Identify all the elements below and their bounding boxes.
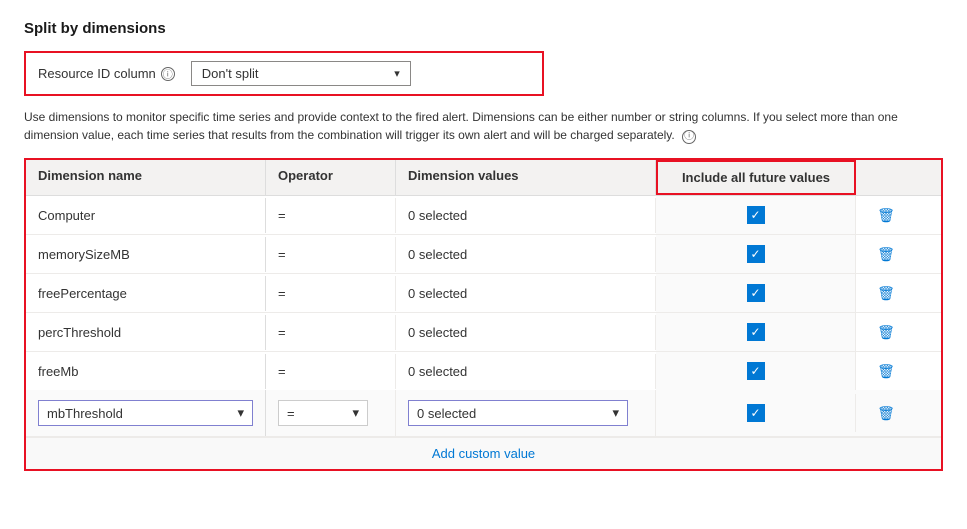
last-row-operator-arrow: ▾ — [352, 405, 359, 421]
last-row-name-dropdown[interactable]: mbThreshold ▾ — [38, 400, 253, 426]
resource-id-dropdown-arrow: ▾ — [394, 67, 400, 80]
table-row: freeMb = 0 selected 🗑 — [26, 352, 941, 390]
row-3-checkbox[interactable] — [747, 323, 765, 341]
row-4-include — [656, 352, 856, 390]
description-info-icon[interactable]: ⓘ — [682, 130, 696, 144]
header-operator: Operator — [266, 160, 396, 195]
row-2-delete-icon[interactable]: 🗑 — [877, 285, 895, 302]
row-1-name: memorySizeMB — [26, 237, 266, 272]
resource-id-info-icon[interactable]: ⓘ — [161, 67, 175, 81]
description-text: Use dimensions to monitor specific time … — [24, 108, 924, 144]
row-2-delete: 🗑 — [856, 275, 916, 312]
last-row-values-cell: 0 selected ▾ — [396, 390, 656, 436]
row-0-operator: = — [266, 198, 396, 233]
row-4-name: freeMb — [26, 354, 266, 389]
row-4-delete-icon[interactable]: 🗑 — [877, 363, 895, 380]
table-header: Dimension name Operator Dimension values… — [26, 160, 941, 196]
last-row-operator-dropdown[interactable]: = ▾ — [278, 400, 368, 426]
last-row-delete-icon[interactable]: 🗑 — [877, 405, 895, 422]
add-custom-link[interactable]: Add custom value — [432, 446, 535, 461]
row-2-values: 0 selected — [396, 276, 656, 311]
resource-id-label: Resource ID column ⓘ — [38, 66, 175, 81]
row-0-checkbox[interactable] — [747, 206, 765, 224]
table-row: freePercentage = 0 selected 🗑 — [26, 274, 941, 313]
last-row-name-cell: mbThreshold ▾ — [26, 390, 266, 436]
resource-id-text: Resource ID column — [38, 66, 156, 81]
last-row-delete-cell: 🗑 — [856, 395, 916, 432]
table-rows-container: Computer = 0 selected 🗑 memorySizeMB = 0… — [26, 196, 941, 390]
header-include-all-future: Include all future values — [656, 160, 856, 195]
row-3-name: percThreshold — [26, 315, 266, 350]
row-4-delete: 🗑 — [856, 353, 916, 390]
last-row-values-arrow: ▾ — [612, 405, 619, 421]
row-1-include — [656, 235, 856, 273]
row-0-values: 0 selected — [396, 198, 656, 233]
last-row-include-cell — [656, 394, 856, 432]
last-row-values-value: 0 selected — [417, 406, 476, 421]
last-row-name-arrow: ▾ — [237, 405, 244, 421]
row-3-include — [656, 313, 856, 351]
row-1-values: 0 selected — [396, 237, 656, 272]
row-3-operator: = — [266, 315, 396, 350]
row-0-delete-icon[interactable]: 🗑 — [877, 207, 895, 224]
row-1-operator: = — [266, 237, 396, 272]
header-dimension-name: Dimension name — [26, 160, 266, 195]
row-2-name: freePercentage — [26, 276, 266, 311]
header-dimension-values: Dimension values — [396, 160, 656, 195]
page-title: Split by dimensions — [24, 20, 943, 37]
row-0-name: Computer — [26, 198, 266, 233]
add-custom-row: Add custom value — [26, 437, 941, 469]
row-0-delete: 🗑 — [856, 197, 916, 234]
last-table-row: mbThreshold ▾ = ▾ 0 selected ▾ 🗑 — [26, 390, 941, 437]
last-row-checkbox[interactable] — [747, 404, 765, 422]
row-4-checkbox[interactable] — [747, 362, 765, 380]
row-1-delete: 🗑 — [856, 236, 916, 273]
row-2-include — [656, 274, 856, 312]
table-row: memorySizeMB = 0 selected 🗑 — [26, 235, 941, 274]
table-row: Computer = 0 selected 🗑 — [26, 196, 941, 235]
resource-id-section: Resource ID column ⓘ Don't split ▾ — [24, 51, 544, 96]
last-row-values-dropdown[interactable]: 0 selected ▾ — [408, 400, 628, 426]
dimensions-table: Dimension name Operator Dimension values… — [24, 158, 943, 471]
row-3-delete: 🗑 — [856, 314, 916, 351]
last-row-name-value: mbThreshold — [47, 406, 123, 421]
resource-id-dropdown[interactable]: Don't split ▾ — [191, 61, 411, 86]
row-0-include — [656, 196, 856, 234]
row-3-values: 0 selected — [396, 315, 656, 350]
table-row: percThreshold = 0 selected 🗑 — [26, 313, 941, 352]
row-1-delete-icon[interactable]: 🗑 — [877, 246, 895, 263]
row-4-operator: = — [266, 354, 396, 389]
row-4-values: 0 selected — [396, 354, 656, 389]
last-row-operator-value: = — [287, 406, 295, 421]
row-2-checkbox[interactable] — [747, 284, 765, 302]
last-row-operator-cell: = ▾ — [266, 390, 396, 436]
row-2-operator: = — [266, 276, 396, 311]
header-delete — [856, 160, 916, 195]
row-3-delete-icon[interactable]: 🗑 — [877, 324, 895, 341]
resource-id-dropdown-value: Don't split — [202, 66, 259, 81]
row-1-checkbox[interactable] — [747, 245, 765, 263]
